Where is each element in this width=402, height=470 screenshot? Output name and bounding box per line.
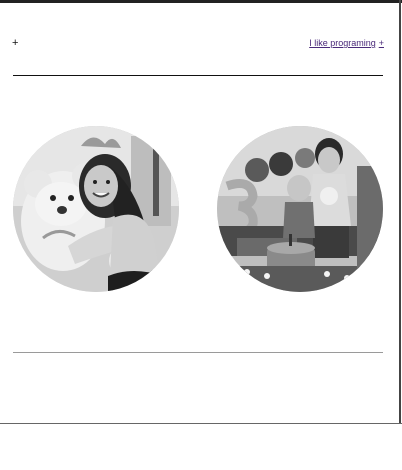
plus-icon[interactable]: + bbox=[12, 36, 18, 50]
header-divider bbox=[13, 75, 383, 76]
window-right-border bbox=[399, 0, 401, 424]
nav-link-label: I like programing bbox=[309, 38, 376, 48]
nav-link-plus-icon: + bbox=[378, 38, 384, 48]
window-bottom-border bbox=[0, 423, 402, 424]
photo-girl-with-teddy-bear-image bbox=[13, 126, 179, 292]
nav-link-programming[interactable]: I like programing + bbox=[309, 36, 384, 50]
photo-birthday-children-with-cake-image bbox=[217, 126, 383, 292]
window-top-border bbox=[0, 0, 402, 3]
photo-girl-with-teddy-bear bbox=[13, 126, 179, 292]
site-header: + I like programing + bbox=[12, 36, 384, 52]
photo-birthday-children-with-cake bbox=[217, 126, 383, 292]
section-divider bbox=[13, 352, 383, 353]
